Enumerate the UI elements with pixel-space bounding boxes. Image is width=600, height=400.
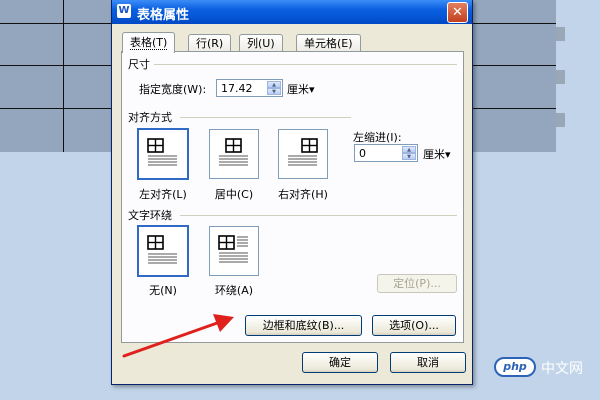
align-left-label[interactable]: 左对齐(L) — [128, 186, 198, 202]
spin-up-icon[interactable]: ▲ — [402, 146, 416, 153]
tab-label: 列(U) — [247, 37, 275, 50]
tab-cell[interactable]: 单元格(E) — [296, 34, 361, 52]
wrap-around-icon — [218, 235, 248, 263]
align-center-option[interactable] — [209, 129, 259, 179]
tab-label: 表格(T) — [130, 36, 168, 50]
indent-spin-buttons: ▲ ▼ — [402, 146, 416, 160]
borders-shading-button[interactable]: 边框和底纹(B)... — [245, 315, 362, 336]
cancel-button[interactable]: 取消 — [390, 352, 466, 373]
left-indent-value: 0 — [359, 147, 366, 160]
dialog-title: 表格属性 — [137, 8, 190, 23]
spin-up-icon[interactable]: ▲ — [267, 81, 281, 88]
table-properties-dialog: W 表格属性 ✕ 表格(T) 行(R) 列(U) 单元格(E) 尺寸 指定宽度(… — [111, 0, 473, 385]
left-indent-spinbox[interactable]: 0 ▲ ▼ — [354, 144, 418, 162]
watermark-text: 中文网 — [541, 361, 583, 377]
wrap-around-option[interactable] — [209, 226, 259, 276]
ok-button[interactable]: 确定 — [302, 352, 378, 373]
text-wrap-section-label: 文字环绕 — [128, 209, 172, 222]
wrap-none-label[interactable]: 无(N) — [128, 282, 198, 298]
section-divider — [180, 117, 351, 118]
wrap-none-icon — [147, 235, 177, 264]
align-left-icon — [147, 138, 177, 166]
table-edge-marker — [556, 27, 565, 41]
tab-panel: 尺寸 指定宽度(W): 17.42 ▲ ▼ 厘米▾ 对齐方式 左对齐(L) 居中… — [121, 51, 464, 343]
width-unit-dropdown[interactable]: 厘米▾ — [287, 81, 315, 97]
dialog-titlebar[interactable]: W 表格属性 ✕ — [112, 0, 472, 24]
left-indent-label: 左缩进(I): — [353, 131, 402, 144]
table-gridline — [63, 0, 64, 152]
align-right-label[interactable]: 右对齐(H) — [268, 186, 338, 202]
alignment-section-label: 对齐方式 — [128, 111, 172, 124]
table-edge-marker — [556, 113, 565, 127]
options-button[interactable]: 选项(O)... — [372, 315, 456, 336]
width-spinbox[interactable]: 17.42 ▲ ▼ — [216, 79, 283, 97]
position-button[interactable]: 定位(P)... — [377, 274, 457, 293]
tab-row[interactable]: 行(R) — [188, 34, 232, 52]
align-center-label[interactable]: 居中(C) — [199, 186, 269, 202]
align-right-icon — [288, 138, 318, 166]
wps-app-icon: W — [117, 4, 131, 18]
indent-unit-dropdown[interactable]: 厘米▾ — [423, 146, 451, 162]
tab-label: 行(R) — [196, 37, 224, 50]
tab-label: 单元格(E) — [304, 37, 353, 50]
align-left-option[interactable] — [137, 128, 189, 180]
tab-table[interactable]: 表格(T) — [122, 32, 176, 53]
width-label: 指定宽度(W): — [139, 83, 207, 96]
wrap-around-label[interactable]: 环绕(A) — [199, 282, 269, 298]
section-divider — [154, 64, 457, 65]
table-edge-marker — [556, 70, 565, 84]
close-button[interactable]: ✕ — [447, 2, 468, 23]
spin-down-icon[interactable]: ▼ — [402, 153, 416, 160]
wrap-none-option[interactable] — [137, 225, 189, 277]
section-divider — [180, 215, 457, 216]
php-logo: php — [494, 357, 536, 377]
width-value: 17.42 — [221, 82, 253, 95]
size-section-label: 尺寸 — [128, 58, 150, 71]
align-right-option[interactable] — [278, 129, 328, 179]
close-icon: ✕ — [452, 5, 463, 20]
tab-column[interactable]: 列(U) — [239, 34, 283, 52]
spin-down-icon[interactable]: ▼ — [267, 88, 281, 95]
width-spin-buttons: ▲ ▼ — [267, 81, 281, 95]
align-center-icon — [219, 138, 248, 166]
